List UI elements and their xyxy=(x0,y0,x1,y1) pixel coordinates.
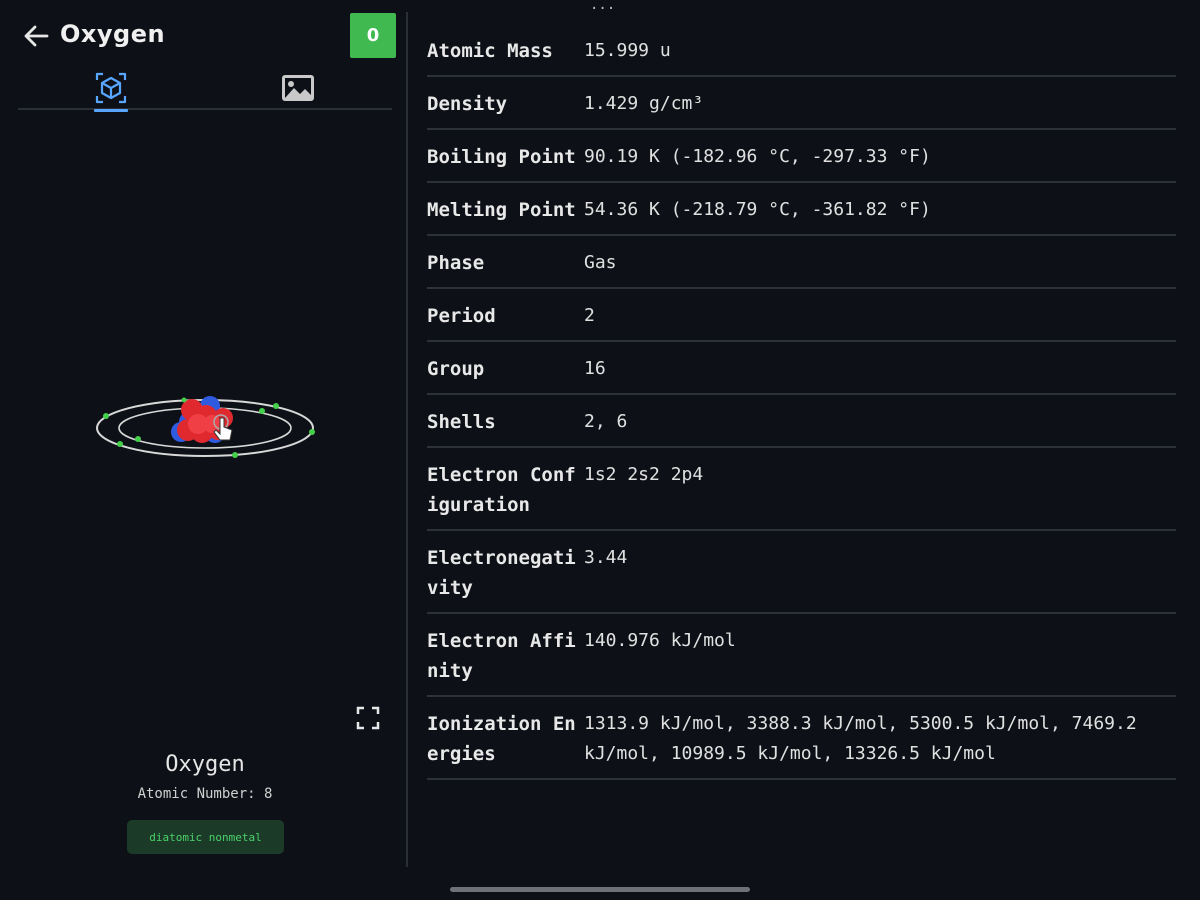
image-icon xyxy=(282,75,314,101)
property-row: Phase Gas xyxy=(427,236,1176,289)
property-key: Electron Affinity xyxy=(427,630,576,682)
property-key: Atomic Mass xyxy=(427,40,553,62)
element-viewer-panel: Oxygen 0 Oxygen Atomic Number: 8 diatomi… xyxy=(0,0,405,900)
fullscreen-icon xyxy=(356,706,380,730)
properties-list[interactable]: Atomic Mass 15.999 u Density 1.429 g/cm³ B… xyxy=(427,24,1176,860)
property-value: 16 xyxy=(584,358,606,379)
property-value: Gas xyxy=(584,252,617,273)
panel-divider xyxy=(406,12,408,867)
property-key: Electron Configuration xyxy=(427,464,576,516)
element-name: Oxygen xyxy=(165,752,245,777)
property-key: Density xyxy=(427,93,508,115)
property-row: Melting Point 54.36 K (-218.79 °C, -361.8… xyxy=(427,183,1176,236)
home-indicator[interactable] xyxy=(450,887,750,892)
property-row: Density 1.429 g/cm³ xyxy=(427,77,1176,130)
property-key: Ionization Energies xyxy=(427,713,576,765)
property-value: 90.19 K (-182.96 °C, -297.33 °F) xyxy=(584,146,931,167)
arrow-left-icon xyxy=(24,25,49,47)
property-key: Electronegativity xyxy=(427,547,576,599)
property-value: 54.36 K (-218.79 °C, -361.82 °F) xyxy=(584,199,931,220)
property-row: Electronegativity 3.44 xyxy=(427,531,1176,614)
property-value: 140.976 kJ/mol xyxy=(584,630,736,651)
property-value: 1s2 2s2 2p4 xyxy=(584,464,704,485)
category-chip[interactable]: diatomic nonmetal xyxy=(127,820,284,854)
property-value: 1.429 g/cm³ xyxy=(584,93,704,114)
tab-image[interactable] xyxy=(276,66,320,110)
property-row: Boiling Point 90.19 K (-182.96 °C, -297.3… xyxy=(427,130,1176,183)
property-key: Phase xyxy=(427,252,485,274)
back-button[interactable] xyxy=(18,18,54,54)
property-key: Boiling Point xyxy=(427,146,576,168)
property-row: Shells 2, 6 xyxy=(427,395,1176,448)
property-key: Shells xyxy=(427,411,496,433)
property-row: Period 2 xyxy=(427,289,1176,342)
property-row: Ionization Energies 1313.9 kJ/mol, 3388.3… xyxy=(427,697,1176,780)
atomic-number-label: Atomic Number: 8 xyxy=(137,786,273,802)
atom-3d-model[interactable] xyxy=(80,380,330,480)
page-title: Oxygen xyxy=(60,20,166,48)
property-value: 2 xyxy=(584,305,595,326)
property-row: Electron Affinity 140.976 kJ/mol xyxy=(427,614,1176,697)
property-row: Group 16 xyxy=(427,342,1176,395)
property-key: Period xyxy=(427,305,496,327)
view-tabs xyxy=(18,62,392,112)
property-value: 2, 6 xyxy=(584,411,628,432)
property-value: 15.999 u xyxy=(584,40,671,61)
property-key: Melting Point xyxy=(427,199,576,221)
fullscreen-button[interactable] xyxy=(353,703,383,733)
property-key: Group xyxy=(427,358,485,380)
property-value: 1313.9 kJ/mol, 3388.3 kJ/mol, 5300.5 kJ/… xyxy=(584,713,1148,764)
property-value: 3.44 xyxy=(584,547,628,568)
atom-3d-icon xyxy=(95,72,127,104)
counter-badge[interactable]: 0 xyxy=(350,13,396,58)
property-row: Atomic Mass 15.999 u xyxy=(427,24,1176,77)
property-row: Electron Configuration 1s2 2s2 2p4 xyxy=(427,448,1176,531)
tab-3d-model[interactable] xyxy=(89,66,133,112)
more-handle-icon[interactable]: ··· xyxy=(590,2,615,16)
